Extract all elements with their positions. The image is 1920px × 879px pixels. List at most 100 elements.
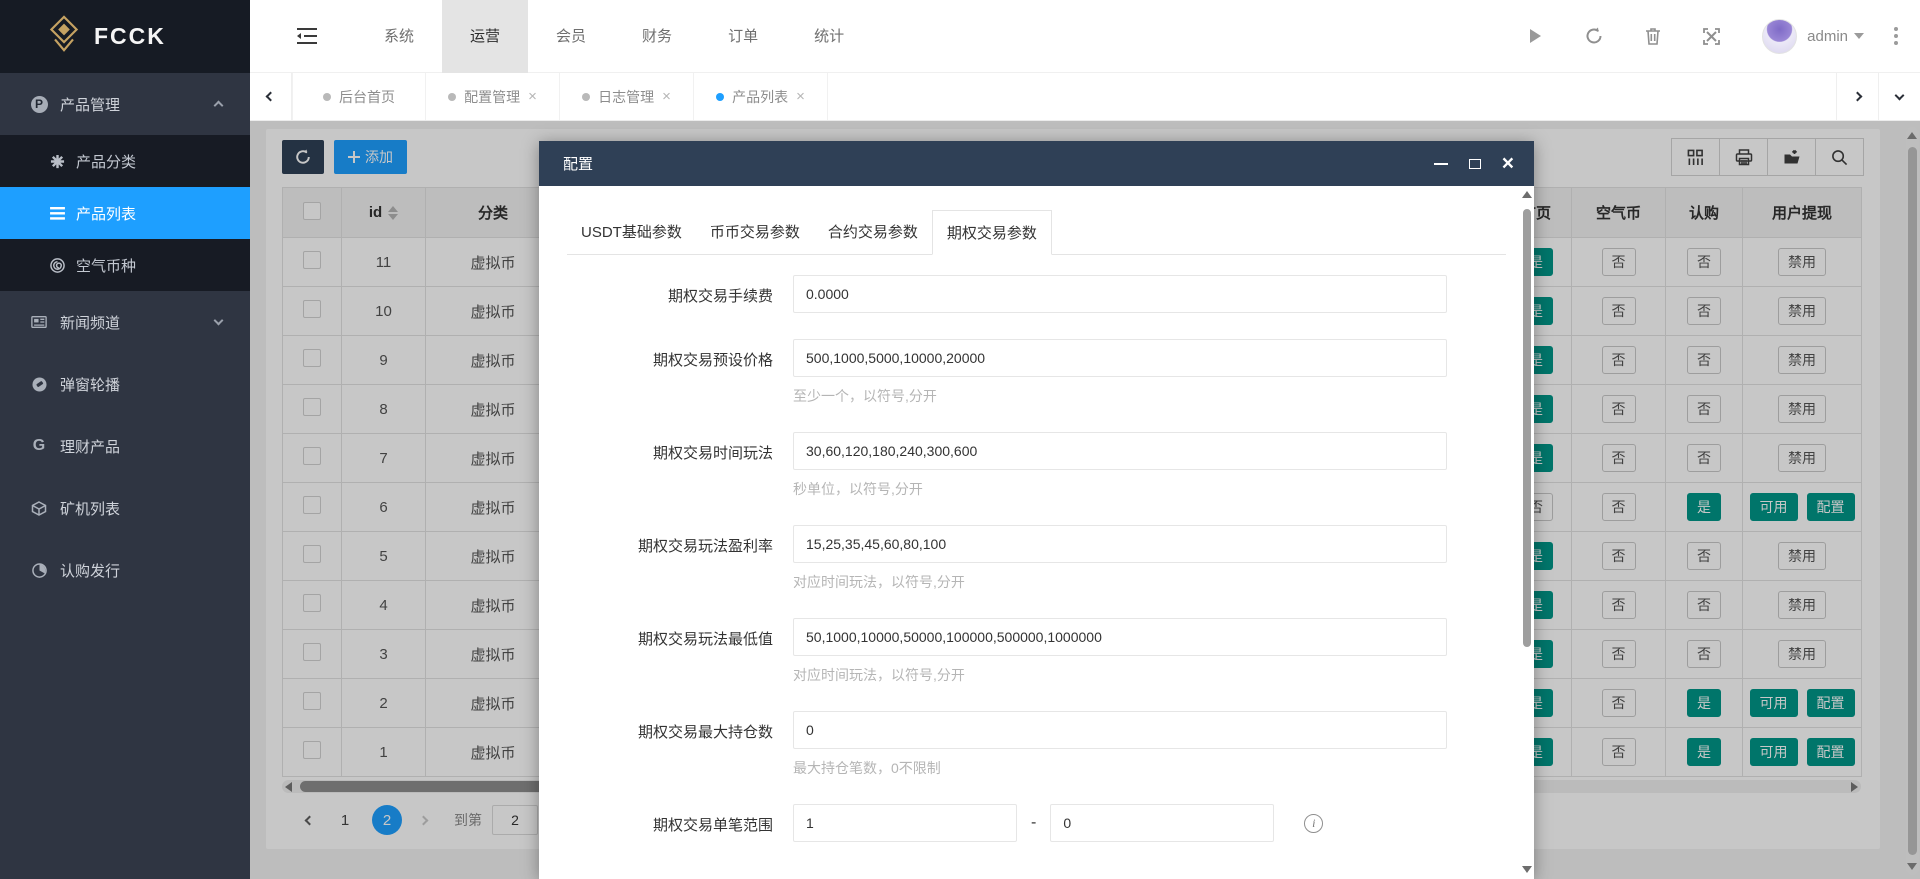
tab-dot-icon — [448, 93, 456, 101]
miner-icon — [28, 501, 50, 516]
modal-scrollbar[interactable] — [1521, 187, 1533, 877]
tab-3[interactable]: 产品列表× — [694, 73, 828, 120]
sidebar-item-label: 理财产品 — [60, 436, 120, 457]
minimize-icon[interactable] — [1434, 163, 1448, 165]
sidebar-subitem-0-2[interactable]: 空气币种 — [0, 239, 250, 291]
modal-scroll-up-icon[interactable] — [1522, 191, 1532, 198]
list-icon — [47, 207, 67, 220]
finance-icon: G — [28, 437, 50, 455]
sidebar-item-4[interactable]: 矿机列表 — [0, 477, 250, 539]
tabs-scroll-left-button[interactable] — [250, 73, 292, 120]
form-input-6-max[interactable] — [1050, 804, 1274, 842]
modal-form: 期权交易手续费期权交易预设价格至少一个，以符号,分开期权交易时间玩法秒单位，以符… — [567, 255, 1506, 842]
issue-icon — [28, 563, 50, 578]
form-input-2[interactable] — [793, 432, 1447, 470]
form-row-1: 期权交易预设价格至少一个，以符号,分开 — [567, 339, 1506, 406]
logo[interactable]: FCCK — [0, 0, 250, 73]
modal-title: 配置 — [563, 153, 593, 174]
form-input-0[interactable] — [793, 275, 1447, 313]
tabs-menu-button[interactable] — [1878, 73, 1920, 120]
form-input-5[interactable] — [793, 711, 1447, 749]
sidebar-item-3[interactable]: G 理财产品 — [0, 415, 250, 477]
tab-label: 后台首页 — [339, 87, 395, 107]
user-caret-icon[interactable] — [1854, 33, 1864, 39]
form-label: 期权交易手续费 — [567, 275, 783, 313]
fullscreen-icon[interactable] — [1703, 28, 1720, 45]
top-navbar: 系统运营会员财务订单统计 admin — [250, 0, 1920, 73]
sidebar-submenu: 产品分类产品列表空气币种 — [0, 135, 250, 291]
more-menu-icon[interactable] — [1890, 23, 1902, 49]
sidebar-item-1[interactable]: 新闻频道 — [0, 291, 250, 353]
form-label: 期权交易预设价格 — [567, 339, 783, 406]
modal-tab-0[interactable]: USDT基础参数 — [567, 210, 696, 255]
tab-close-icon[interactable]: × — [796, 88, 805, 105]
form-input-3[interactable] — [793, 525, 1447, 563]
form-input-1[interactable] — [793, 339, 1447, 377]
form-row-5: 期权交易最大持仓数最大持仓笔数，0不限制 — [567, 711, 1506, 778]
nav-menu-item-2[interactable]: 会员 — [528, 0, 614, 73]
sidebar-item-label: 新闻频道 — [60, 312, 120, 333]
modal-scrollbar-thumb[interactable] — [1523, 209, 1531, 647]
sidebar-subitem-label: 空气币种 — [76, 255, 136, 276]
info-icon[interactable]: i — [1304, 814, 1323, 833]
sidebar-item-label: 认购发行 — [60, 560, 120, 581]
modal-header[interactable]: 配置 × — [539, 141, 1534, 186]
nav-menu-item-3[interactable]: 财务 — [614, 0, 700, 73]
tab-close-icon[interactable]: × — [528, 88, 537, 105]
trash-icon[interactable] — [1645, 27, 1661, 45]
config-modal: 配置 × USDT基础参数币币交易参数合约交易参数期权交易参数 期权交易手续费期… — [539, 141, 1534, 879]
form-input-4[interactable] — [793, 618, 1447, 656]
p-circle-icon: P — [28, 96, 50, 113]
form-help-text: 对应时间玩法，以符号,分开 — [793, 572, 1447, 592]
sidebar-item-5[interactable]: 认购发行 — [0, 539, 250, 601]
tab-dot-icon — [716, 93, 724, 101]
tab-label: 配置管理 — [464, 87, 520, 107]
modal-tab-1[interactable]: 币币交易参数 — [696, 210, 814, 255]
tab-bar-right — [1836, 73, 1920, 120]
nav-menu-item-1[interactable]: 运营 — [442, 0, 528, 73]
sidebar-subitem-0-1[interactable]: 产品列表 — [0, 187, 250, 239]
form-label: 期权交易最大持仓数 — [567, 711, 783, 778]
maximize-icon[interactable] — [1469, 159, 1481, 169]
modal-controls: × — [1434, 157, 1514, 171]
chevron-up-icon — [215, 96, 222, 113]
tabs-scroll-right-button[interactable] — [1836, 73, 1878, 120]
tab-0[interactable]: 后台首页 — [292, 73, 426, 120]
refresh-icon[interactable] — [1585, 27, 1603, 45]
carousel-icon — [28, 377, 50, 392]
play-icon[interactable] — [1527, 28, 1543, 44]
tab-close-icon[interactable]: × — [662, 88, 671, 105]
nav-menu-item-5[interactable]: 统计 — [786, 0, 872, 73]
sidebar-subitem-0-0[interactable]: 产品分类 — [0, 135, 250, 187]
tab-list: 后台首页配置管理×日志管理×产品列表× — [292, 73, 828, 120]
form-label: 期权交易玩法盈利率 — [567, 525, 783, 592]
modal-tab-3[interactable]: 期权交易参数 — [932, 210, 1052, 255]
close-icon[interactable]: × — [1502, 157, 1514, 171]
nav-menu-item-0[interactable]: 系统 — [356, 0, 442, 73]
modal-scroll-down-icon[interactable] — [1522, 866, 1532, 873]
modal-tab-2[interactable]: 合约交易参数 — [814, 210, 932, 255]
tab-1[interactable]: 配置管理 × — [426, 73, 560, 120]
sidebar-item-2[interactable]: 弹窗轮播 — [0, 353, 250, 415]
modal-tabs: USDT基础参数币币交易参数合约交易参数期权交易参数 — [567, 210, 1506, 255]
user-name[interactable]: admin — [1807, 28, 1848, 45]
tab-dot-icon — [323, 93, 331, 101]
nav-menu-item-4[interactable]: 订单 — [700, 0, 786, 73]
form-help-text: 对应时间玩法，以符号,分开 — [793, 665, 1447, 685]
tab-2[interactable]: 日志管理 × — [560, 73, 694, 120]
form-label: 期权交易单笔范围 — [567, 804, 783, 842]
chevron-down-icon — [215, 314, 222, 331]
sidebar-item-label: 弹窗轮播 — [60, 374, 120, 395]
nav-menu: 系统运营会员财务订单统计 — [356, 0, 872, 73]
sidebar-collapse-icon[interactable] — [296, 27, 318, 45]
avatar[interactable] — [1762, 19, 1797, 54]
sidebar-item-0[interactable]: P产品管理 — [0, 73, 250, 135]
sidebar-subitem-label: 产品分类 — [76, 151, 136, 172]
form-row-2: 期权交易时间玩法秒单位，以符号,分开 — [567, 432, 1506, 499]
sidebar-menu: P产品管理产品分类产品列表空气币种新闻频道弹窗轮播 G 理财产品矿机列表认购发行 — [0, 73, 250, 601]
form-input-6-min[interactable] — [793, 804, 1017, 842]
tab-dot-icon — [582, 93, 590, 101]
asterisk-icon — [47, 154, 67, 169]
navbar-actions: admin — [1527, 19, 1920, 54]
tab-label: 日志管理 — [598, 87, 654, 107]
